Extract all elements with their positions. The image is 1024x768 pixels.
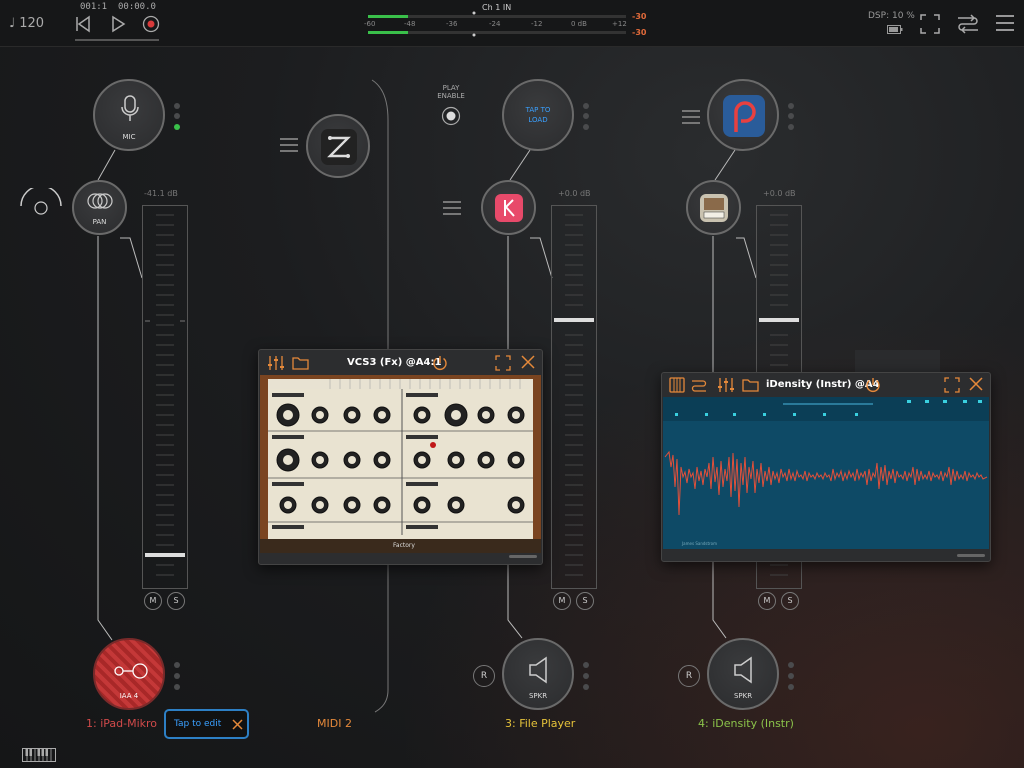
- mic-label: MIC: [122, 133, 136, 141]
- ch4-output-label: SPKR: [733, 692, 753, 700]
- ch4-dot-1: [788, 103, 794, 109]
- midi2-menu-icon[interactable]: [280, 138, 298, 152]
- vcs3-resize-handle[interactable]: [509, 555, 537, 558]
- k-app-icon: [495, 194, 523, 222]
- idensity-plugin-window[interactable]: iDensity (Instr) @A4 James Sandstrom: [661, 372, 991, 562]
- tap-to-edit-tooltip[interactable]: Tap to edit: [164, 709, 249, 739]
- close-icon[interactable]: [232, 719, 243, 730]
- mixer-icon[interactable]: [717, 377, 735, 393]
- midi2-plugin-node[interactable]: [306, 114, 370, 178]
- synth-app-icon: [700, 194, 728, 222]
- ch4-menu-icon[interactable]: [682, 110, 700, 124]
- ch4-source-node[interactable]: [707, 79, 779, 151]
- vcs3-synth-panel[interactable]: [260, 375, 541, 553]
- channel-1-name[interactable]: 1: iPad-Mikro: [86, 717, 157, 730]
- ch4-dot-2: [788, 113, 794, 119]
- rho-app-icon: [723, 95, 765, 137]
- tooltip-text: Tap to edit: [174, 719, 222, 729]
- ch3-mute-button[interactable]: M: [553, 592, 571, 610]
- ch4-mute-button[interactable]: M: [758, 592, 776, 610]
- speaker-icon: [734, 656, 752, 684]
- ch4-insert-node[interactable]: [686, 180, 741, 235]
- ch4-solo-button[interactable]: S: [781, 592, 799, 610]
- idensity-waveform-display[interactable]: [663, 397, 989, 549]
- ch3-out-dot-1: [583, 662, 589, 668]
- play-enable-label: PLAY ENABLE: [437, 84, 465, 100]
- ch3-dot-3: [583, 124, 589, 130]
- play-enable-toggle[interactable]: [441, 106, 461, 126]
- ch1-volume-readout: -41.1 dB: [144, 189, 178, 198]
- ch3-volume-fader[interactable]: [551, 205, 597, 589]
- ch3-output-label: SPKR: [528, 692, 548, 700]
- idensity-footer: James Sandstrom: [682, 541, 717, 546]
- folder-icon[interactable]: [292, 356, 309, 370]
- ch4-speaker-node[interactable]: SPKR: [707, 638, 779, 710]
- z-app-icon: [321, 129, 357, 165]
- ch4-out-dot-2: [788, 673, 794, 679]
- ch1-out-dot-3: [174, 684, 180, 690]
- ch3-dot-2: [583, 113, 589, 119]
- ch3-out-dot-2: [583, 673, 589, 679]
- mixer-icon[interactable]: [267, 355, 285, 371]
- power-icon[interactable]: [432, 355, 448, 371]
- expand-icon[interactable]: [944, 377, 960, 393]
- expand-icon[interactable]: [495, 355, 511, 371]
- iaa-label: IAA 4: [119, 692, 139, 700]
- ch3-solo-button[interactable]: S: [576, 592, 594, 610]
- ch3-out-dot-3: [583, 684, 589, 690]
- keyboard-icon[interactable]: [669, 377, 685, 393]
- ch3-menu-icon[interactable]: [443, 201, 461, 215]
- background-panel: [855, 350, 940, 374]
- vcs3-plugin-window[interactable]: VCS3 (Fx) @A4:1 Factory: [258, 349, 543, 565]
- ch1-out-dot-2: [174, 673, 180, 679]
- close-icon[interactable]: [521, 355, 535, 369]
- iaa-output-node[interactable]: IAA 4: [93, 638, 165, 710]
- ch4-dot-3: [788, 124, 794, 130]
- piano-keyboard-icon[interactable]: [22, 748, 56, 762]
- ch1-out-dot-1: [174, 662, 180, 668]
- pan-circles-icon: [87, 193, 113, 209]
- ch1-dot-active: [174, 124, 180, 130]
- power-icon[interactable]: [865, 377, 881, 393]
- ch1-dot-1: [174, 103, 180, 109]
- pan-label: PAN: [92, 218, 107, 226]
- channel-2-name[interactable]: MIDI 2: [317, 717, 352, 730]
- file-player-source-node[interactable]: TAP TO LOAD: [502, 79, 574, 151]
- ch4-out-dot-1: [788, 662, 794, 668]
- ch1-solo-button[interactable]: S: [167, 592, 185, 610]
- ch3-insert-node[interactable]: [481, 180, 536, 235]
- idensity-resize-handle[interactable]: [957, 554, 985, 557]
- channel-3-name[interactable]: 3: File Player: [505, 717, 575, 730]
- routing-icon[interactable]: [691, 377, 707, 393]
- channel-4-name[interactable]: 4: iDensity (Instr): [698, 717, 794, 730]
- mic-source-node[interactable]: MIC: [93, 79, 165, 151]
- vcs3-preset[interactable]: Factory: [393, 542, 415, 549]
- ch3-dot-1: [583, 103, 589, 109]
- ch4-volume-readout: +0.0 dB: [763, 189, 796, 198]
- microphone-icon: [121, 95, 139, 121]
- ch1-volume-fader[interactable]: [142, 205, 188, 589]
- ch1-mute-button[interactable]: M: [144, 592, 162, 610]
- ch3-speaker-node[interactable]: SPKR: [502, 638, 574, 710]
- ch3-volume-readout: +0.0 dB: [558, 189, 591, 198]
- pan-knob-icon[interactable]: [17, 188, 65, 218]
- pan-node[interactable]: PAN: [72, 180, 127, 235]
- ch4-out-dot-3: [788, 684, 794, 690]
- iaa-icon: [114, 663, 148, 679]
- ch1-dot-2: [174, 113, 180, 119]
- ch4-record-button[interactable]: R: [678, 665, 700, 687]
- speaker-icon: [529, 656, 547, 684]
- idensity-title: iDensity (Instr) @A4: [766, 379, 880, 390]
- vcs3-title: VCS3 (Fx) @A4:1: [347, 357, 442, 368]
- ch3-record-button[interactable]: R: [473, 665, 495, 687]
- tap-to-load-label: TAP TO LOAD: [525, 106, 551, 124]
- folder-icon[interactable]: [742, 378, 759, 392]
- close-icon[interactable]: [969, 377, 983, 391]
